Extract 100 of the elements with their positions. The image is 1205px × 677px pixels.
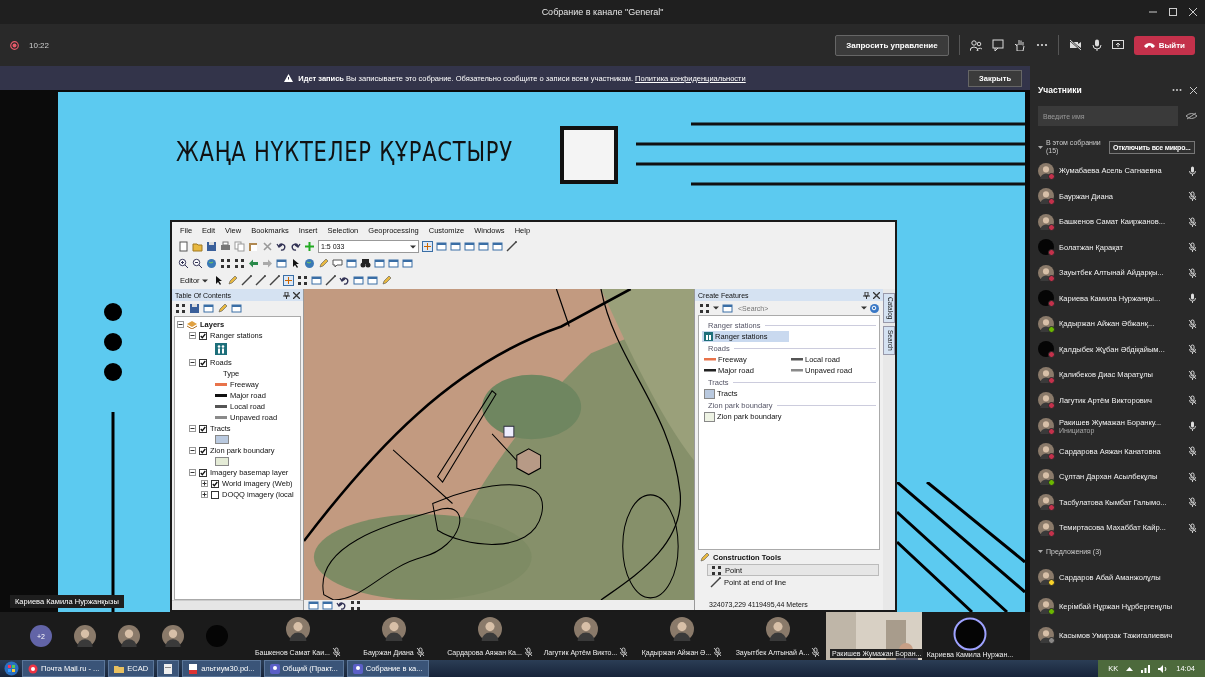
close-icon[interactable] <box>873 291 880 299</box>
start-icon[interactable] <box>4 661 19 676</box>
avatar <box>1038 213 1054 230</box>
undo-icon[interactable] <box>276 241 287 252</box>
grid-icon[interactable] <box>699 302 710 314</box>
pencil-icon[interactable] <box>217 303 228 314</box>
people-symbol-icon <box>704 332 713 341</box>
speaker-icon[interactable] <box>1158 664 1169 673</box>
panel-title: Участники <box>1038 85 1083 95</box>
checkbox[interactable] <box>199 424 207 433</box>
expander-icon[interactable] <box>189 359 196 366</box>
checkbox[interactable] <box>211 479 219 488</box>
checkbox[interactable] <box>199 446 207 455</box>
people-symbol-icon <box>215 343 227 355</box>
expander-icon[interactable] <box>201 480 208 487</box>
pointer-icon[interactable] <box>290 258 301 269</box>
up-arrow-icon[interactable] <box>1126 666 1134 671</box>
line-icon[interactable] <box>324 275 336 286</box>
line-icon[interactable] <box>268 275 280 286</box>
zoom-in-icon[interactable] <box>178 258 189 269</box>
mic-icon <box>1188 420 1197 431</box>
avatar <box>1038 569 1054 585</box>
mic-off-icon <box>1188 471 1197 482</box>
pin-icon[interactable] <box>283 291 290 299</box>
folder-icon[interactable] <box>192 241 203 252</box>
expander-icon[interactable] <box>189 447 196 454</box>
avatar <box>1038 315 1054 332</box>
layers-icon <box>187 320 197 329</box>
checkbox[interactable] <box>199 331 207 340</box>
line-icon[interactable] <box>506 241 517 252</box>
close-icon[interactable] <box>293 291 300 299</box>
mic-off-icon <box>1188 318 1197 329</box>
undo-icon[interactable] <box>338 275 350 286</box>
expander-icon[interactable] <box>177 321 184 328</box>
window-title: Собрание в канале "General" <box>541 7 664 17</box>
printer-icon[interactable] <box>220 241 231 252</box>
expander-icon[interactable] <box>201 491 208 498</box>
avatar <box>286 617 310 641</box>
signal-icon[interactable] <box>1141 664 1151 673</box>
grid-icon[interactable] <box>296 275 308 286</box>
record-icon <box>10 40 19 50</box>
search-icon[interactable] <box>870 303 879 313</box>
caret-icon[interactable] <box>1038 144 1043 150</box>
mic-icon[interactable] <box>1091 39 1102 51</box>
pin-icon[interactable] <box>863 291 870 299</box>
window-icon[interactable] <box>308 599 319 611</box>
crosshair-icon[interactable] <box>282 275 294 286</box>
grid-icon[interactable] <box>350 599 361 611</box>
square-drawing <box>560 126 618 184</box>
camera-off-icon[interactable] <box>1068 39 1082 51</box>
window-icon[interactable] <box>322 599 333 611</box>
mic-off-icon <box>811 647 821 657</box>
mic-off-icon <box>1188 242 1197 253</box>
leave-button[interactable]: Выйти <box>1133 35 1195 55</box>
taskbar-item[interactable] <box>157 660 180 677</box>
checkbox[interactable] <box>199 358 207 367</box>
avatar <box>74 625 96 647</box>
checkbox[interactable] <box>199 468 207 477</box>
page-icon[interactable] <box>178 241 189 252</box>
more-icon[interactable] <box>1172 88 1182 92</box>
expander-icon[interactable] <box>189 332 196 339</box>
checkbox[interactable] <box>211 490 219 499</box>
binoculars-icon[interactable] <box>360 258 371 269</box>
people-icon[interactable] <box>969 39 982 51</box>
zoom-out-icon[interactable] <box>192 258 203 269</box>
mic-off-icon <box>1188 191 1197 202</box>
pencil-icon[interactable] <box>380 275 392 286</box>
maximize-icon[interactable] <box>1169 8 1177 16</box>
mic-off-icon <box>1188 446 1197 457</box>
pencil-icon[interactable] <box>318 258 329 269</box>
avatar <box>382 617 406 641</box>
avatar <box>1038 417 1054 434</box>
eye-off-icon[interactable] <box>1186 112 1197 120</box>
line-icon[interactable] <box>254 275 266 286</box>
arrow-left-icon[interactable] <box>248 258 259 269</box>
hand-icon[interactable] <box>1013 39 1026 51</box>
avatar <box>162 625 184 647</box>
undo-icon[interactable] <box>336 599 347 611</box>
chat-icon[interactable] <box>991 39 1004 51</box>
avatar <box>574 617 598 641</box>
expander-icon[interactable] <box>189 425 196 432</box>
meeting-timer: 10:22 <box>29 40 50 50</box>
avatar <box>478 617 502 641</box>
minimize-icon[interactable] <box>1149 8 1157 16</box>
redo-icon[interactable] <box>290 241 301 252</box>
bubble-icon[interactable] <box>332 258 343 269</box>
request-control-button[interactable]: Запросить управление <box>835 34 949 56</box>
folder-icon <box>114 663 125 674</box>
grid-icon[interactable] <box>234 258 245 269</box>
grid-icon[interactable] <box>175 303 186 314</box>
share-screen-icon[interactable] <box>1111 39 1124 51</box>
crosshair-icon[interactable] <box>422 241 433 252</box>
grid-icon[interactable] <box>711 564 722 576</box>
clipboard-icon[interactable] <box>248 241 259 252</box>
expander-icon[interactable] <box>189 469 196 476</box>
grid-icon[interactable] <box>220 258 231 269</box>
line-icon[interactable] <box>710 576 721 588</box>
line-icon[interactable] <box>240 275 252 286</box>
scrollbar[interactable] <box>172 600 303 610</box>
caret-icon[interactable] <box>1038 549 1043 554</box>
